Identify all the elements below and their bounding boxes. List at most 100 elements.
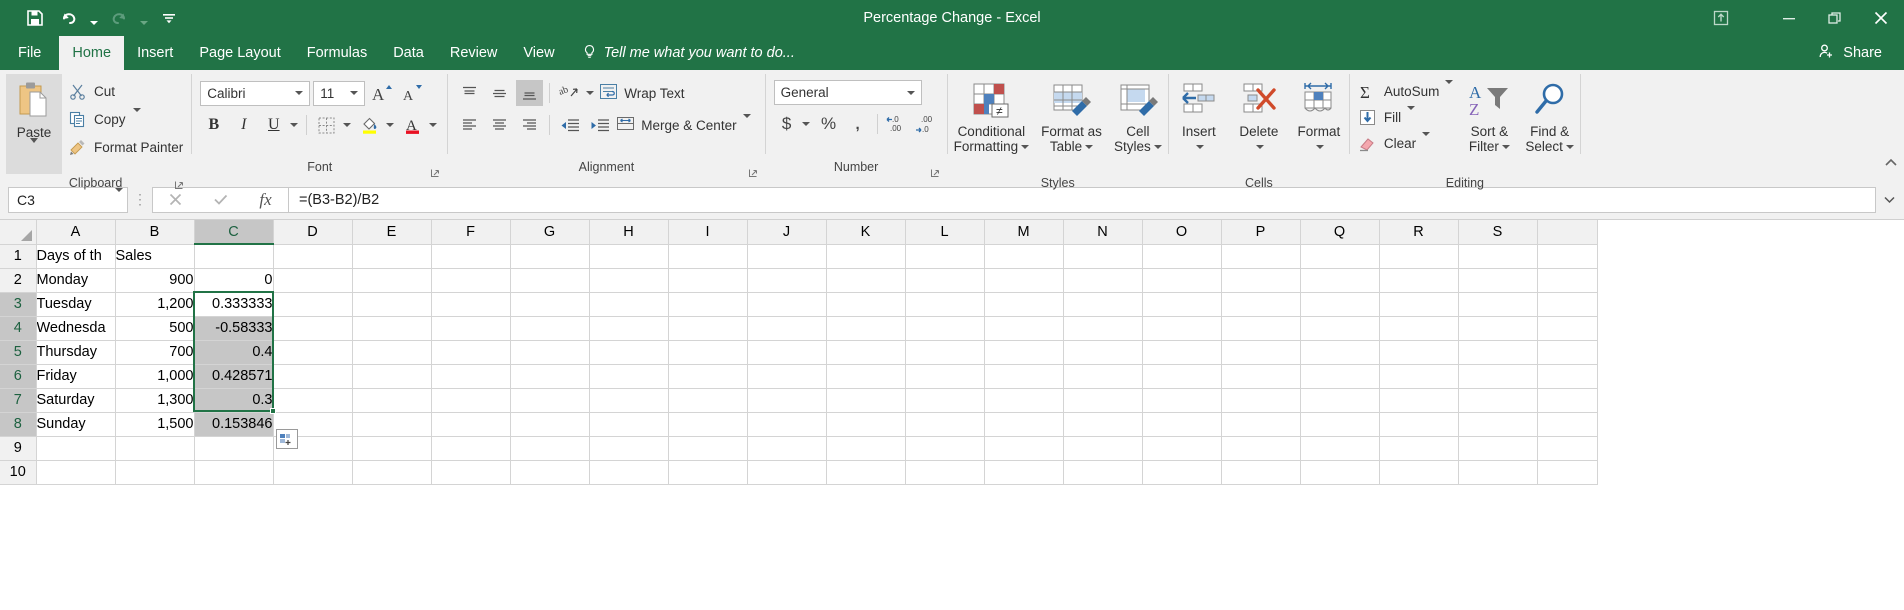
cell-H8[interactable]: [589, 412, 669, 437]
row-header-4[interactable]: 4: [0, 316, 37, 341]
fill-color-icon[interactable]: [356, 112, 383, 138]
tab-insert[interactable]: Insert: [124, 36, 186, 70]
row-header-1[interactable]: 1: [0, 244, 37, 269]
font-size-combobox[interactable]: 11: [313, 80, 366, 106]
align-middle-icon[interactable]: [486, 80, 513, 106]
cell-R8[interactable]: [1379, 412, 1459, 437]
cell-M4[interactable]: [984, 316, 1064, 341]
cell-P9[interactable]: [1221, 436, 1301, 461]
cell-E3[interactable]: [352, 292, 432, 317]
cell-E5[interactable]: [352, 340, 432, 365]
cell-N1[interactable]: [1063, 244, 1143, 269]
cell-H5[interactable]: [589, 340, 669, 365]
cell-H3[interactable]: [589, 292, 669, 317]
cell-T2[interactable]: [1537, 268, 1598, 293]
cell-E8[interactable]: [352, 412, 432, 437]
tell-me-search[interactable]: Tell me what you want to do...: [582, 36, 795, 70]
cell-K4[interactable]: [826, 316, 906, 341]
cell-J9[interactable]: [747, 436, 827, 461]
cell-J10[interactable]: [747, 460, 827, 485]
number-dialog-launcher-icon[interactable]: [930, 166, 941, 177]
cell-M3[interactable]: [984, 292, 1064, 317]
cell-H2[interactable]: [589, 268, 669, 293]
cell-L5[interactable]: [905, 340, 985, 365]
cell-Q7[interactable]: [1300, 388, 1380, 413]
cell-O9[interactable]: [1142, 436, 1222, 461]
cell-J8[interactable]: [747, 412, 827, 437]
cell-A9[interactable]: [36, 436, 116, 461]
cell-H9[interactable]: [589, 436, 669, 461]
align-left-icon[interactable]: [456, 112, 483, 138]
cell-C7[interactable]: 0.3: [194, 388, 274, 413]
cell-D7[interactable]: [273, 388, 353, 413]
comma-style-icon[interactable]: ,: [845, 111, 871, 137]
cell-N10[interactable]: [1063, 460, 1143, 485]
cell-P10[interactable]: [1221, 460, 1301, 485]
decrease-decimal-icon[interactable]: .00.0: [913, 111, 939, 137]
cell-G6[interactable]: [510, 364, 590, 389]
cell-A10[interactable]: [36, 460, 116, 485]
col-header-L[interactable]: L: [905, 220, 985, 245]
share-button[interactable]: Share: [1804, 36, 1896, 70]
accounting-number-format-icon[interactable]: $: [774, 111, 800, 137]
format-as-table-button[interactable]: Format as Table: [1035, 74, 1108, 174]
sort-filter-button[interactable]: A Z Sort & Filter: [1459, 74, 1519, 174]
cell-R5[interactable]: [1379, 340, 1459, 365]
cell-N9[interactable]: [1063, 436, 1143, 461]
cell-S10[interactable]: [1458, 460, 1538, 485]
cell-G8[interactable]: [510, 412, 590, 437]
cell-K2[interactable]: [826, 268, 906, 293]
decrease-indent-icon[interactable]: [556, 112, 583, 138]
cell-P6[interactable]: [1221, 364, 1301, 389]
cell-F2[interactable]: [431, 268, 511, 293]
cell-P7[interactable]: [1221, 388, 1301, 413]
cell-K8[interactable]: [826, 412, 906, 437]
cell-P4[interactable]: [1221, 316, 1301, 341]
cell-P2[interactable]: [1221, 268, 1301, 293]
font-name-combobox[interactable]: Calibri: [200, 80, 311, 106]
cell-O5[interactable]: [1142, 340, 1222, 365]
cell-Q4[interactable]: [1300, 316, 1380, 341]
cell-C2[interactable]: 0: [194, 268, 274, 293]
cell-E9[interactable]: [352, 436, 432, 461]
tab-review[interactable]: Review: [437, 36, 511, 70]
col-header-K[interactable]: K: [826, 220, 906, 245]
cell-B2[interactable]: 900: [115, 268, 195, 293]
cell-L2[interactable]: [905, 268, 985, 293]
cell-J7[interactable]: [747, 388, 827, 413]
cell-F4[interactable]: [431, 316, 511, 341]
cell-E2[interactable]: [352, 268, 432, 293]
cell-H10[interactable]: [589, 460, 669, 485]
cell-S8[interactable]: [1458, 412, 1538, 437]
tab-data[interactable]: Data: [380, 36, 437, 70]
fill-color-split-button[interactable]: [356, 112, 396, 138]
cell-Q2[interactable]: [1300, 268, 1380, 293]
percent-style-icon[interactable]: %: [816, 111, 842, 137]
cell-J1[interactable]: [747, 244, 827, 269]
cell-R4[interactable]: [1379, 316, 1459, 341]
cell-D5[interactable]: [273, 340, 353, 365]
cell-D3[interactable]: [273, 292, 353, 317]
cell-H4[interactable]: [589, 316, 669, 341]
cell-H7[interactable]: [589, 388, 669, 413]
row-header-5[interactable]: 5: [0, 340, 37, 365]
cell-F9[interactable]: [431, 436, 511, 461]
cell-H6[interactable]: [589, 364, 669, 389]
cell-S1[interactable]: [1458, 244, 1538, 269]
cell-G7[interactable]: [510, 388, 590, 413]
accounting-format-split-button[interactable]: $: [774, 111, 813, 137]
cell-J2[interactable]: [747, 268, 827, 293]
collapse-ribbon-icon[interactable]: [1884, 157, 1898, 176]
cell-T5[interactable]: [1537, 340, 1598, 365]
cell-N5[interactable]: [1063, 340, 1143, 365]
bold-button[interactable]: B: [200, 112, 227, 138]
clipboard-dialog-launcher-icon[interactable]: [174, 178, 185, 189]
row-header-10[interactable]: 10: [0, 460, 37, 485]
cell-B6[interactable]: 1,000: [115, 364, 195, 389]
cell-Q1[interactable]: [1300, 244, 1380, 269]
cell-Q8[interactable]: [1300, 412, 1380, 437]
cell-S9[interactable]: [1458, 436, 1538, 461]
increase-decimal-icon[interactable]: .0.00: [884, 111, 910, 137]
row-header-9[interactable]: 9: [0, 436, 37, 461]
cell-R10[interactable]: [1379, 460, 1459, 485]
